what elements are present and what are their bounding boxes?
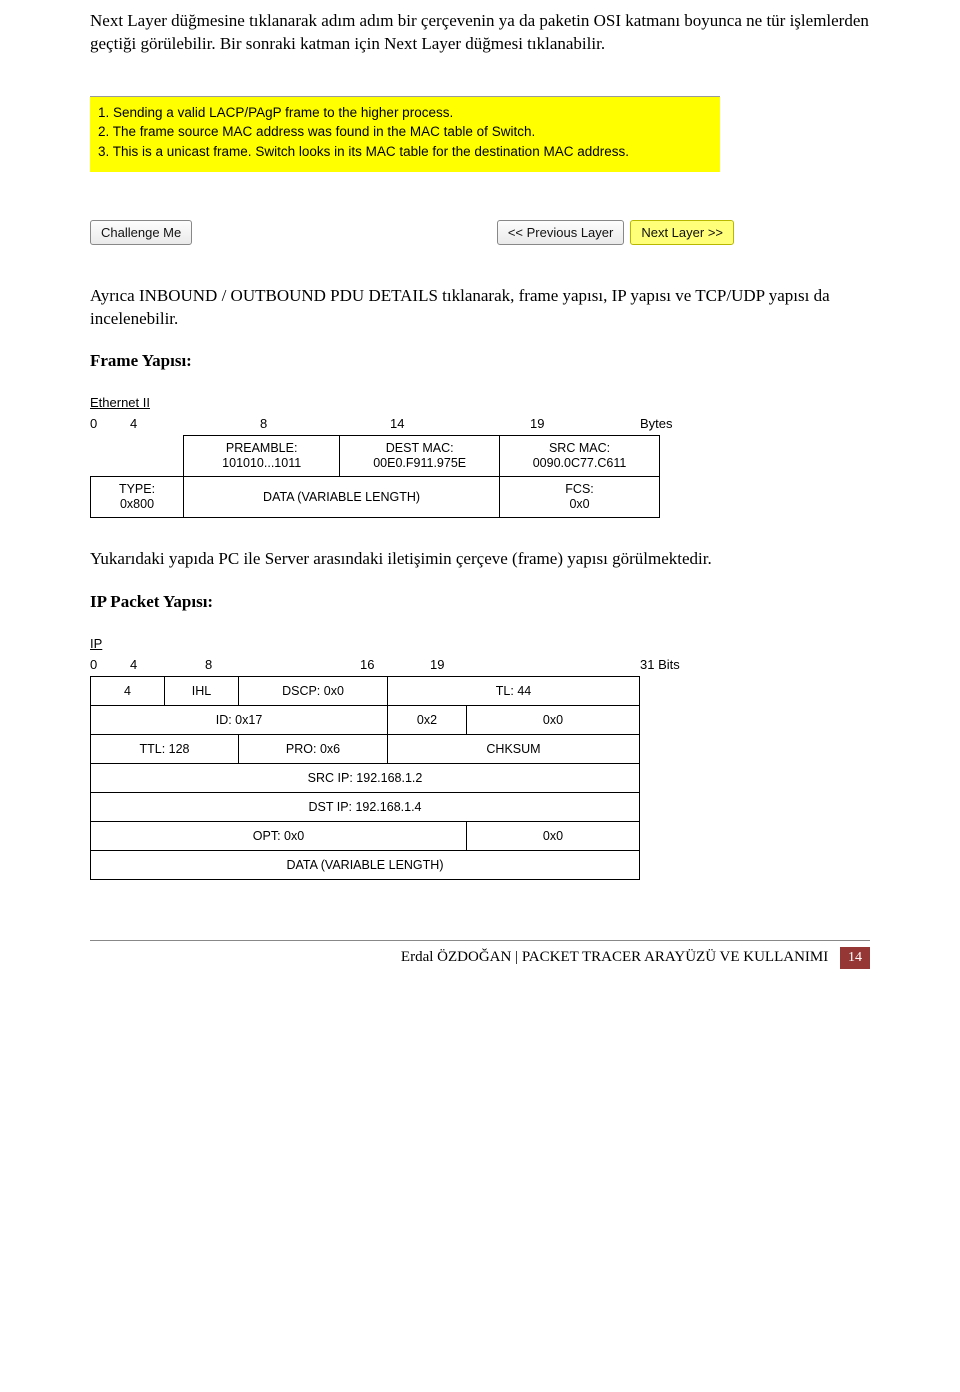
step-1: 1. Sending a valid LACP/PAgP frame to th… xyxy=(98,103,712,123)
ip-checksum: CHKSUM xyxy=(388,735,640,764)
page-number: 14 xyxy=(840,947,870,969)
intro-paragraph: Next Layer düğmesine tıklanarak adım adı… xyxy=(90,10,870,56)
ip-id: ID: 0x17 xyxy=(91,706,388,735)
ruler-tick: 8 xyxy=(260,416,390,431)
ip-flags: 0x2 xyxy=(388,706,467,735)
ip-data: DATA (VARIABLE LENGTH) xyxy=(91,851,640,880)
ip-dst: DST IP: 192.168.1.4 xyxy=(91,793,640,822)
step-3: 3. This is a unicast frame. Switch looks… xyxy=(98,142,712,162)
ip-src: SRC IP: 192.168.1.2 xyxy=(91,764,640,793)
frame-heading: Frame Yapısı: xyxy=(90,350,870,373)
ip-packet-block: IP 0 4 8 16 19 31 Bits 4 IHL DSCP: 0x0 T… xyxy=(90,634,870,880)
ip-heading: IP Packet Yapısı: xyxy=(90,591,870,614)
data-label: DATA (VARIABLE LENGTH) xyxy=(263,490,420,504)
dest-mac-value: 00E0.F911.975E xyxy=(373,456,466,470)
pdu-details-paragraph: Ayrıca INBOUND / OUTBOUND PDU DETAILS tı… xyxy=(90,285,870,331)
type-label: TYPE: xyxy=(119,482,155,496)
ethernet-frame-table: PREAMBLE: 101010...1011 DEST MAC: 00E0.F… xyxy=(90,435,660,518)
previous-layer-button[interactable]: << Previous Layer xyxy=(497,220,625,245)
step-2: 2. The frame source MAC address was foun… xyxy=(98,122,712,142)
ip-dscp: DSCP: 0x0 xyxy=(239,677,388,706)
ip-packet-table: 4 IHL DSCP: 0x0 TL: 44 ID: 0x17 0x2 0x0 … xyxy=(90,676,640,880)
ruler-tick: 19 xyxy=(530,416,640,431)
ruler-tick: 0 xyxy=(90,416,130,431)
footer-text: Erdal ÖZDOĞAN | PACKET TRACER ARAYÜZÜ VE… xyxy=(401,949,828,965)
ip-frag-offset: 0x0 xyxy=(467,706,640,735)
ip-ihl: IHL xyxy=(165,677,239,706)
preamble-value: 101010...1011 xyxy=(222,456,301,470)
highlighted-steps: 1. Sending a valid LACP/PAgP frame to th… xyxy=(90,96,720,172)
page-footer: Erdal ÖZDOĞAN | PACKET TRACER ARAYÜZÜ VE… xyxy=(90,940,870,969)
type-value: 0x800 xyxy=(120,497,154,511)
ip-bit-ruler: 0 4 8 16 19 31 Bits xyxy=(90,655,730,676)
ruler-tick: 4 xyxy=(130,416,260,431)
ethernet-frame-block: Ethernet II 0 4 8 14 19 Bytes PREAMBLE: … xyxy=(90,393,870,518)
next-layer-button[interactable]: Next Layer >> xyxy=(630,220,734,245)
ruler-tick: 19 xyxy=(430,657,640,672)
ip-version: 4 xyxy=(91,677,165,706)
ruler-tick: 0 xyxy=(90,657,130,672)
osi-panel-screenshot: 1. Sending a valid LACP/PAgP frame to th… xyxy=(90,96,870,245)
ruler-unit: Bytes xyxy=(640,416,700,431)
fcs-value: 0x0 xyxy=(569,497,589,511)
ethernet-byte-ruler: 0 4 8 14 19 Bytes xyxy=(90,414,730,435)
ruler-tick: 14 xyxy=(390,416,530,431)
ip-padding: 0x0 xyxy=(467,822,640,851)
frame-explain-paragraph: Yukarıdaki yapıda PC ile Server arasında… xyxy=(90,548,870,571)
ruler-unit: 31 Bits xyxy=(640,657,710,672)
dest-mac-label: DEST MAC: xyxy=(386,441,454,455)
ruler-tick: 16 xyxy=(360,657,430,672)
ruler-tick: 4 xyxy=(130,657,205,672)
ip-title: IP xyxy=(90,634,870,655)
ip-protocol: PRO: 0x6 xyxy=(239,735,388,764)
preamble-label: PREAMBLE: xyxy=(226,441,298,455)
challenge-me-button[interactable]: Challenge Me xyxy=(90,220,192,245)
ruler-tick: 8 xyxy=(205,657,360,672)
ip-ttl: TTL: 128 xyxy=(91,735,239,764)
fcs-label: FCS: xyxy=(565,482,593,496)
src-mac-value: 0090.0C77.C611 xyxy=(533,456,627,470)
ethernet-title: Ethernet II xyxy=(90,393,870,414)
src-mac-label: SRC MAC: xyxy=(549,441,610,455)
ip-total-length: TL: 44 xyxy=(388,677,640,706)
ip-opt: OPT: 0x0 xyxy=(91,822,467,851)
